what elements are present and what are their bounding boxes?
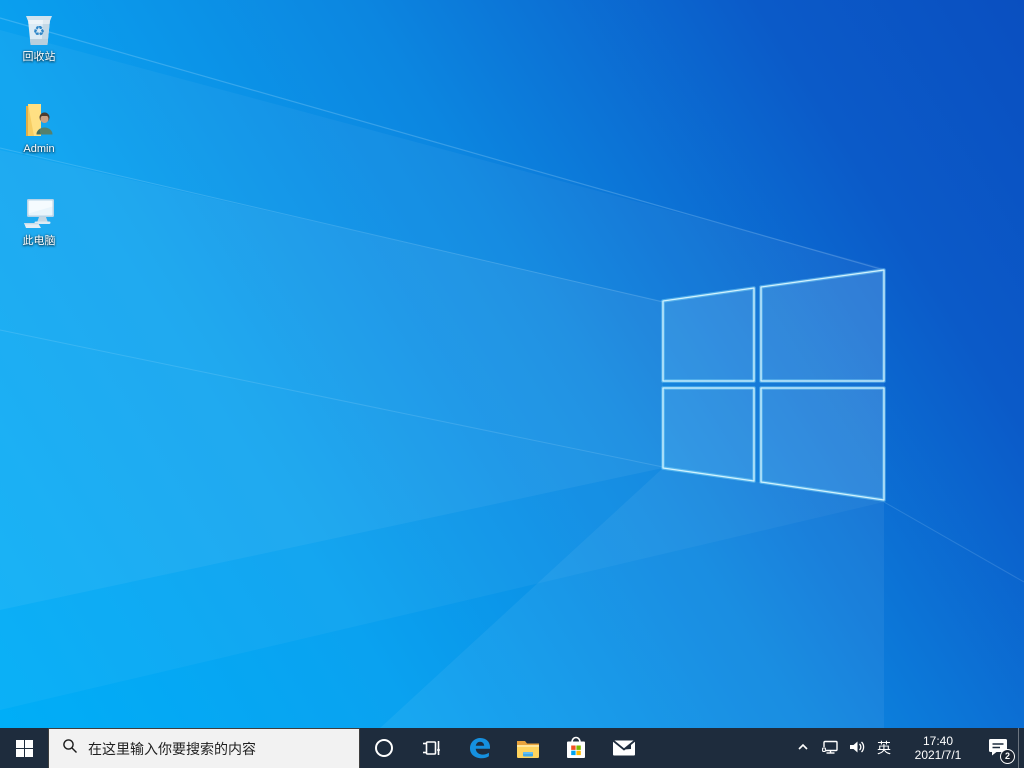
desktop-icon-label: 回收站 [22,51,56,63]
language-indicator[interactable]: 英 [870,728,898,768]
microsoft-store-icon [564,735,588,761]
clock-time: 17:40 [922,734,954,748]
clock-date: 2021/7/1 [914,748,962,762]
hidden-icons-button[interactable] [790,728,816,768]
taskbar-search-box[interactable] [48,728,360,768]
svg-text:♻: ♻ [33,24,45,40]
action-center-button[interactable]: 2 [978,728,1018,768]
desktop-icon-admin[interactable]: Admin [6,100,72,156]
windows-logo-icon [15,739,33,757]
desktop-icon-label: 此电脑 [22,235,56,247]
cortana-button[interactable] [360,728,408,768]
taskbar: 英 17:40 2021/7/1 2 [0,728,1024,768]
show-desktop-button[interactable] [1018,728,1024,768]
windows-10-desktop-screen: ♻ 回收站 Admin 此电脑 在这里输入你要搜索的内容 英 17:40 202… [0,0,1024,768]
file-explorer-button[interactable] [504,728,552,768]
volume-icon [848,738,866,759]
user-folder-icon [19,100,59,140]
desktop-background[interactable]: ♻ 回收站 Admin 此电脑 [0,0,1024,728]
network-icon [821,738,839,759]
wallpaper-windows-logo [0,17,1024,728]
cortana-icon [374,738,394,758]
mail-button[interactable] [600,728,648,768]
notification-count-badge: 2 [1000,749,1015,764]
desktop-icon-recycle-bin[interactable]: ♻ 回收站 [6,8,72,64]
file-explorer-icon [515,735,541,761]
edge-button[interactable] [456,728,504,768]
search-icon [62,738,78,759]
edge-icon [467,735,493,761]
volume-button[interactable] [843,728,870,768]
start-button[interactable] [0,728,48,768]
task-view-button[interactable] [408,728,456,768]
chevron-up-icon [796,740,810,757]
desktop-icons: ♻ 回收站 Admin 此电脑 [6,8,72,248]
desktop-icon-label: Admin [23,143,55,155]
mail-icon [611,735,637,761]
system-tray: 英 17:40 2021/7/1 2 [790,728,1024,768]
microsoft-store-button[interactable] [552,728,600,768]
search-input[interactable] [88,740,349,757]
network-button[interactable] [816,728,843,768]
computer-icon [19,192,59,232]
recycle-bin-icon: ♻ [19,8,59,48]
desktop-icon-this-pc[interactable]: 此电脑 [6,192,72,248]
taskbar-clock[interactable]: 17:40 2021/7/1 [898,728,978,768]
task-view-icon [422,738,442,758]
